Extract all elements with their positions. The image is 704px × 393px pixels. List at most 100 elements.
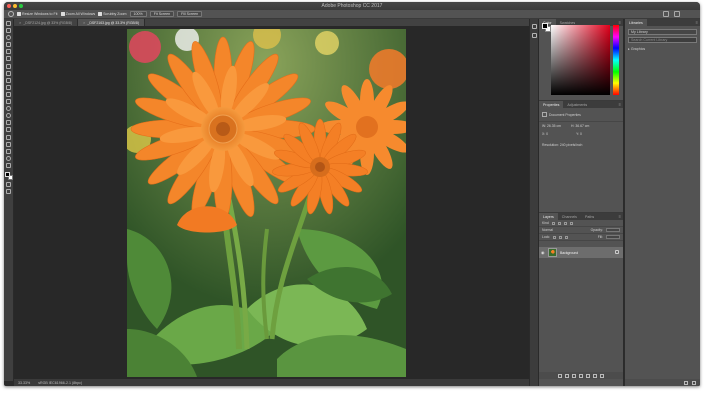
- library-search-input[interactable]: Search Current Library: [628, 37, 697, 43]
- add-content-icon[interactable]: [684, 380, 688, 385]
- history-brush-tool-icon[interactable]: [6, 84, 11, 90]
- layer-mask-icon[interactable]: [572, 373, 576, 378]
- move-tool-icon[interactable]: [6, 21, 11, 26]
- pen-tool-icon[interactable]: [6, 120, 11, 126]
- zoom-tool-icon[interactable]: [8, 11, 14, 17]
- filter-shape-icon[interactable]: [569, 221, 573, 225]
- panel-menu-icon[interactable]: ≡: [619, 102, 621, 107]
- opacity-field[interactable]: [606, 228, 620, 232]
- marquee-tool-icon[interactable]: [6, 28, 11, 34]
- fit-screen-button[interactable]: Fit Screen: [149, 11, 175, 17]
- clone-stamp-tool-icon[interactable]: [6, 77, 11, 83]
- window-title: Adobe Photoshop CC 2017: [321, 3, 383, 9]
- link-layers-icon[interactable]: [558, 373, 562, 378]
- search-icon[interactable]: [663, 11, 669, 17]
- lasso-tool-icon[interactable]: [6, 35, 11, 41]
- hue-slider[interactable]: [613, 25, 619, 95]
- tab-channels[interactable]: Channels: [558, 213, 581, 220]
- visibility-eye-icon[interactable]: ◉: [541, 250, 545, 255]
- lock-pixels-icon[interactable]: [559, 235, 563, 239]
- width-value[interactable]: 26.35 cm: [547, 124, 561, 128]
- more-tools-icon[interactable]: [6, 162, 11, 168]
- opacity-label: Opacity:: [590, 228, 603, 232]
- layer-row-background[interactable]: ◉ Background: [539, 247, 623, 258]
- zoom-100-button[interactable]: 100%: [129, 11, 147, 17]
- quick-mask-icon[interactable]: [6, 182, 11, 188]
- document-image[interactable]: [127, 29, 406, 377]
- lock-transparency-icon[interactable]: [553, 235, 557, 239]
- crop-tool-icon[interactable]: [6, 49, 11, 55]
- quick-select-tool-icon[interactable]: [6, 42, 11, 48]
- scrubby-zoom-checkbox[interactable]: Scrubby Zoom: [98, 12, 127, 16]
- new-group-icon[interactable]: [586, 373, 590, 378]
- eyedropper-tool-icon[interactable]: [6, 56, 11, 62]
- healing-brush-tool-icon[interactable]: [6, 63, 11, 69]
- history-panel-icon[interactable]: [531, 24, 537, 29]
- zoom-level[interactable]: 33.33%: [18, 381, 30, 385]
- library-group-graphics[interactable]: ▸ Graphics: [628, 47, 697, 51]
- layer-style-icon[interactable]: [565, 373, 569, 378]
- gradient-tool-icon[interactable]: [6, 99, 11, 105]
- filter-pixel-icon[interactable]: [551, 221, 555, 225]
- zoom-all-windows-checkbox[interactable]: Zoom All Windows: [60, 12, 95, 16]
- screen-mode-icon[interactable]: [6, 189, 11, 195]
- y-value[interactable]: 0: [580, 132, 582, 136]
- layer-name: Background: [560, 250, 579, 255]
- brush-tool-icon[interactable]: [6, 70, 11, 76]
- zoom-window-button[interactable]: [19, 4, 23, 8]
- tab-adjustments[interactable]: Adjustments: [563, 101, 591, 108]
- color-panel-swatches[interactable]: [542, 23, 551, 32]
- adjustment-layer-icon[interactable]: [579, 373, 583, 378]
- path-selection-tool-icon[interactable]: [6, 134, 11, 140]
- libraries-body: My Library Search Current Library ▸ Grap…: [625, 26, 700, 54]
- blend-mode-select[interactable]: Normal: [542, 228, 553, 232]
- height-label: H:: [571, 124, 575, 128]
- dodge-tool-icon[interactable]: [6, 113, 11, 119]
- tab-libraries[interactable]: Libraries: [625, 19, 647, 26]
- x-value[interactable]: 0: [546, 132, 548, 136]
- filter-type-icon[interactable]: [563, 221, 567, 225]
- resize-windows-checkbox[interactable]: Resize Windows to Fit: [17, 12, 58, 16]
- tab-document-2[interactable]: × _DSF2163.jpg @ 33.3% (RGB/8): [78, 19, 145, 26]
- close-tab-icon[interactable]: ×: [83, 20, 85, 25]
- new-layer-icon[interactable]: [593, 373, 597, 378]
- canvas-area[interactable]: [14, 26, 529, 381]
- rectangle-tool-icon[interactable]: [6, 141, 11, 147]
- zoom-tool-icon[interactable]: [6, 155, 11, 161]
- filter-adjustment-icon[interactable]: [557, 221, 561, 225]
- panel-menu-icon[interactable]: ≡: [619, 20, 621, 25]
- brush-presets-icon[interactable]: [531, 33, 537, 38]
- properties-panel: Properties Adjustments ≡ Document Proper…: [539, 101, 623, 213]
- close-tab-icon[interactable]: ×: [19, 20, 21, 25]
- document-info[interactable]: sRGB IEC61966-2.1 (8bpc): [38, 381, 82, 385]
- cloud-sync-icon[interactable]: [692, 380, 696, 385]
- height-value[interactable]: 36.67 cm: [575, 124, 589, 128]
- library-group-label: Graphics: [630, 47, 646, 51]
- blur-tool-icon[interactable]: [6, 106, 11, 112]
- fill-field[interactable]: [606, 235, 620, 239]
- minimize-window-button[interactable]: [13, 4, 17, 8]
- tab-properties[interactable]: Properties: [539, 101, 564, 108]
- workspace-icon[interactable]: [674, 11, 680, 17]
- type-tool-icon[interactable]: [6, 127, 11, 133]
- resolution-text: Resolution: 240 pixels/inch: [542, 143, 583, 147]
- tab-document-1[interactable]: × _DSF2124.jpg @ 33% (RGB/8): [14, 19, 79, 26]
- fill-screen-button[interactable]: Fill Screen: [177, 11, 203, 17]
- library-select[interactable]: My Library: [628, 29, 697, 35]
- tab-layers[interactable]: Layers: [539, 213, 558, 220]
- panel-menu-icon[interactable]: ≡: [619, 214, 621, 219]
- tab-label: _DSF2124.jpg @ 33% (RGB/8): [23, 20, 73, 25]
- panel-menu-icon[interactable]: ≡: [696, 20, 698, 25]
- foreground-swatch[interactable]: [542, 23, 548, 29]
- hand-tool-icon[interactable]: [6, 148, 11, 154]
- document-icon: [542, 112, 547, 117]
- color-picker-field[interactable]: [551, 25, 610, 95]
- tab-paths[interactable]: Paths: [581, 213, 598, 220]
- trash-icon[interactable]: [600, 373, 604, 378]
- foreground-color-swatch[interactable]: [4, 171, 10, 177]
- eraser-tool-icon[interactable]: [6, 91, 11, 97]
- layer-kind-filter[interactable]: Kind: [542, 221, 549, 225]
- lock-position-icon[interactable]: [565, 235, 569, 239]
- close-window-button[interactable]: [7, 4, 11, 8]
- foreground-background-swatch[interactable]: [4, 171, 13, 180]
